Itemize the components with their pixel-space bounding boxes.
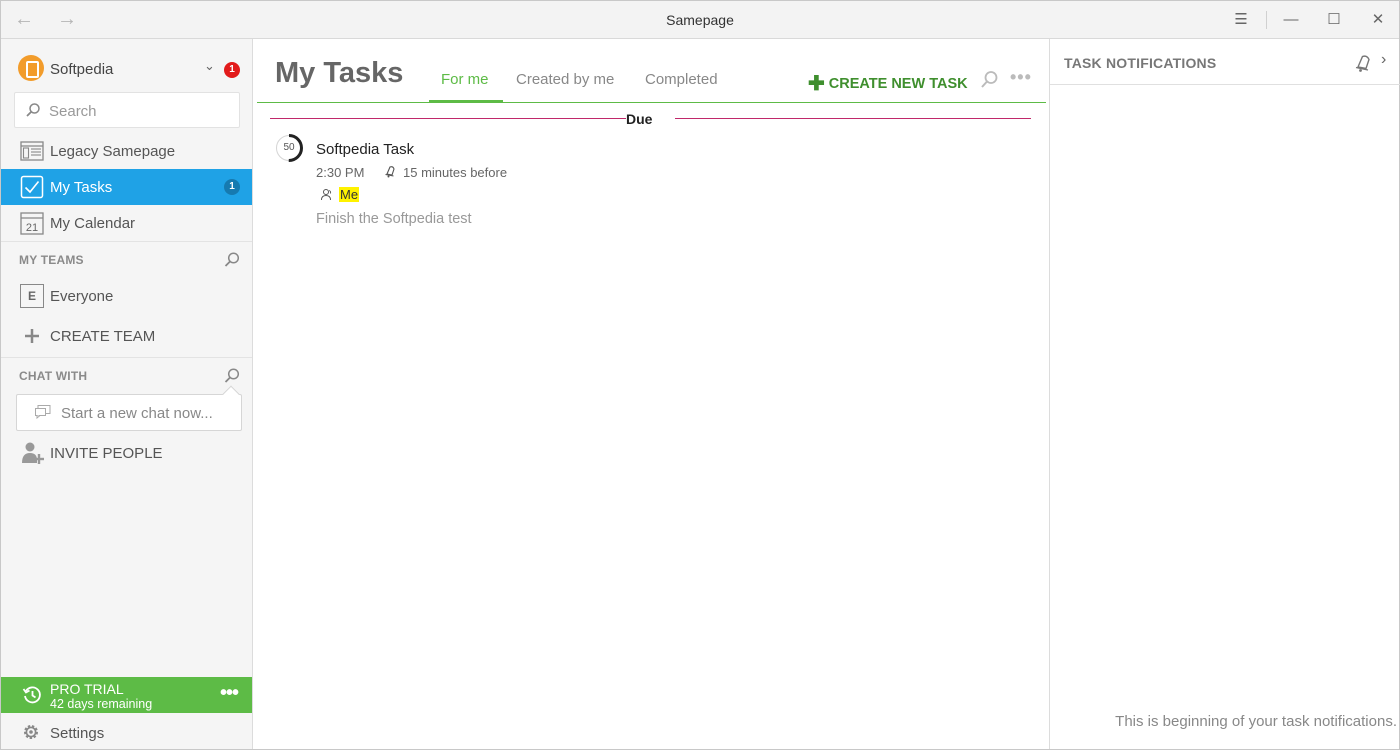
sidebar-item-my-calendar[interactable]: 21 My Calendar <box>1 205 252 241</box>
pro-trial-remaining: 42 days remaining <box>50 697 153 711</box>
pro-trial-banner[interactable]: PRO TRIAL 42 days remaining ••• <box>1 677 252 713</box>
app-window: ← → Samepage ☰ — ☐ ✕ Softpedia ⌄ 1 Searc… <box>0 0 1400 750</box>
gear-icon <box>24 725 38 739</box>
sidebar-item-my-tasks[interactable]: My Tasks 1 <box>1 169 252 205</box>
settings-button[interactable]: Settings <box>1 715 252 749</box>
titlebar-divider <box>1266 11 1267 29</box>
chat-bubble-icon <box>35 405 51 419</box>
sidebar-search[interactable]: Search <box>14 92 240 128</box>
more-options-icon[interactable]: ••• <box>1010 67 1032 88</box>
notifications-empty-text: This is beginning of your task notificat… <box>1115 713 1397 730</box>
calendar-icon: 21 <box>20 212 44 235</box>
new-chat-box[interactable]: Start a new chat now... <box>16 394 242 431</box>
create-task-label: CREATE NEW TASK <box>828 76 968 92</box>
task-progress-ring[interactable]: 50 <box>275 133 306 163</box>
search-icon <box>26 103 40 117</box>
team-initial-icon: E <box>20 284 44 308</box>
search-teams-icon[interactable] <box>223 251 241 269</box>
due-divider-left <box>270 118 626 119</box>
task-due-time: 2:30 PM <box>316 165 365 180</box>
add-person-icon <box>22 442 44 464</box>
search-tasks-icon[interactable] <box>979 70 999 90</box>
sidebar-item-label: Legacy Samepage <box>50 143 176 160</box>
sidebar-divider <box>1 357 252 358</box>
task-title[interactable]: Softpedia Task <box>316 141 414 158</box>
tab-created-by-me[interactable]: Created by me <box>516 71 614 88</box>
teams-heading: MY TEAMS <box>19 253 84 267</box>
bell-icon[interactable] <box>1354 53 1374 73</box>
invite-people-button[interactable]: INVITE PEOPLE <box>1 435 252 471</box>
task-count-badge: 1 <box>224 179 240 195</box>
org-switcher[interactable]: Softpedia ⌄ 1 <box>1 39 252 91</box>
sidebar-item-label: My Calendar <box>50 215 136 232</box>
checkbox-icon <box>20 175 44 199</box>
title-bar: ← → Samepage ☰ — ☐ ✕ <box>1 1 1399 39</box>
tab-completed[interactable]: Completed <box>645 71 718 88</box>
bell-icon <box>385 166 395 178</box>
sidebar: Softpedia ⌄ 1 Search Legacy Samepage My … <box>1 39 253 749</box>
sidebar-divider <box>1 241 252 242</box>
create-task-button[interactable]: ✚ CREATE NEW TASK <box>808 71 968 96</box>
task-description: Finish the Softpedia test <box>316 211 472 227</box>
plus-icon: ✚ <box>808 73 825 95</box>
sidebar-item-legacy-samepage[interactable]: Legacy Samepage <box>1 133 252 169</box>
more-options-icon[interactable]: ••• <box>220 683 239 703</box>
invite-people-label: INVITE PEOPLE <box>50 445 163 462</box>
main-content: My Tasks For me Created by me Completed … <box>254 39 1049 749</box>
header-divider <box>257 102 1046 103</box>
task-progress-value: 50 <box>283 142 295 153</box>
maximize-icon[interactable]: ☐ <box>1323 9 1345 31</box>
search-input[interactable]: Search <box>49 103 97 120</box>
tab-for-me[interactable]: For me <box>441 71 489 88</box>
sidebar-item-label: My Tasks <box>50 179 113 196</box>
create-team-label: CREATE TEAM <box>50 328 156 345</box>
team-label: Everyone <box>50 288 114 305</box>
chevron-right-icon[interactable]: › <box>1381 51 1386 69</box>
legacy-page-icon <box>20 141 44 161</box>
page-title: My Tasks <box>275 57 404 89</box>
chat-heading: CHAT WITH <box>19 369 88 383</box>
active-tab-indicator <box>429 100 503 103</box>
notifications-divider <box>1050 84 1400 85</box>
new-chat-input[interactable]: Start a new chat now... <box>61 405 213 422</box>
create-team-button[interactable]: CREATE TEAM <box>1 318 252 354</box>
chevron-down-icon[interactable]: ⌄ <box>204 58 215 74</box>
org-logo-icon <box>18 55 44 81</box>
org-notification-badge: 1 <box>224 62 240 78</box>
task-assignee[interactable]: Me <box>339 187 360 202</box>
due-divider-right <box>675 118 1031 119</box>
notifications-heading: TASK NOTIFICATIONS <box>1064 55 1217 71</box>
plus-icon <box>25 329 39 343</box>
settings-label: Settings <box>50 725 105 742</box>
assignee-icon <box>321 189 332 201</box>
hamburger-menu-icon[interactable]: ☰ <box>1230 9 1252 31</box>
org-name: Softpedia <box>50 61 114 78</box>
minimize-icon[interactable]: — <box>1280 9 1302 31</box>
team-item-everyone[interactable]: E Everyone <box>1 278 252 314</box>
close-icon[interactable]: ✕ <box>1367 9 1389 31</box>
group-label-due: Due <box>626 111 653 127</box>
pro-trial-title: PRO TRIAL <box>50 681 124 697</box>
notifications-panel: TASK NOTIFICATIONS › This is beginning o… <box>1049 39 1400 749</box>
task-reminder: 15 minutes before <box>403 165 508 180</box>
window-title: Samepage <box>666 12 734 28</box>
search-chat-icon[interactable] <box>223 367 241 385</box>
calendar-day-number: 21 <box>26 222 38 234</box>
history-clock-icon <box>22 686 41 704</box>
